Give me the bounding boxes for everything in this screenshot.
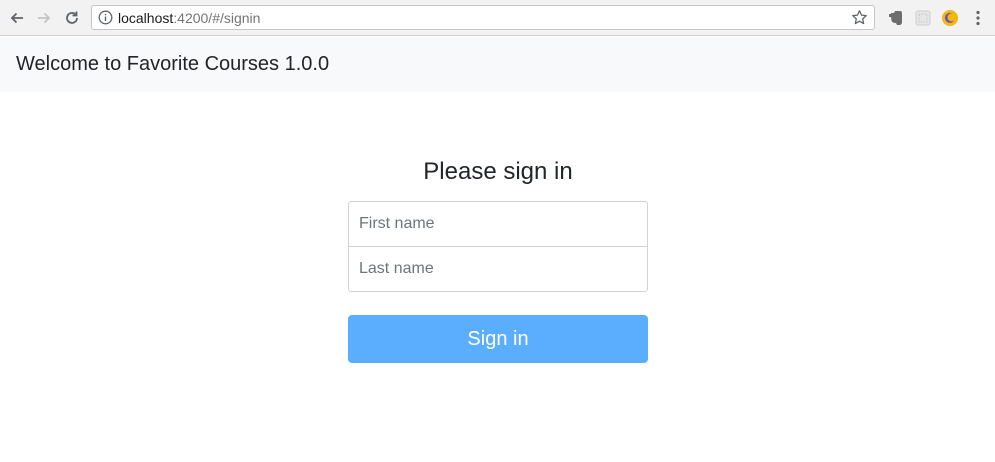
sign-in-button[interactable]: Sign in — [348, 315, 648, 363]
first-name-field[interactable] — [348, 201, 648, 247]
kebab-menu-icon[interactable] — [969, 9, 987, 27]
navbar-brand[interactable]: Welcome to Favorite Courses 1.0.0 — [16, 52, 329, 76]
info-icon[interactable] — [98, 10, 113, 30]
star-icon[interactable] — [851, 9, 868, 31]
browser-toolbar: localhost:4200/#/signin — [0, 0, 995, 36]
last-name-field[interactable] — [348, 246, 648, 292]
extension-square-icon[interactable] — [914, 9, 932, 27]
address-bar[interactable]: localhost:4200/#/signin — [91, 5, 875, 30]
url-path: :4200/#/signin — [173, 10, 261, 26]
page-title: Please sign in — [423, 158, 573, 185]
forward-arrow-icon[interactable] — [33, 7, 55, 29]
reload-icon[interactable] — [61, 7, 83, 29]
back-arrow-icon[interactable] — [6, 7, 28, 29]
moon-extension-icon[interactable] — [941, 9, 959, 27]
evernote-extension-icon[interactable] — [887, 9, 905, 27]
url-text: localhost:4200/#/signin — [118, 10, 260, 26]
url-host: localhost — [118, 10, 174, 26]
app-navbar: Welcome to Favorite Courses 1.0.0 — [0, 37, 995, 92]
